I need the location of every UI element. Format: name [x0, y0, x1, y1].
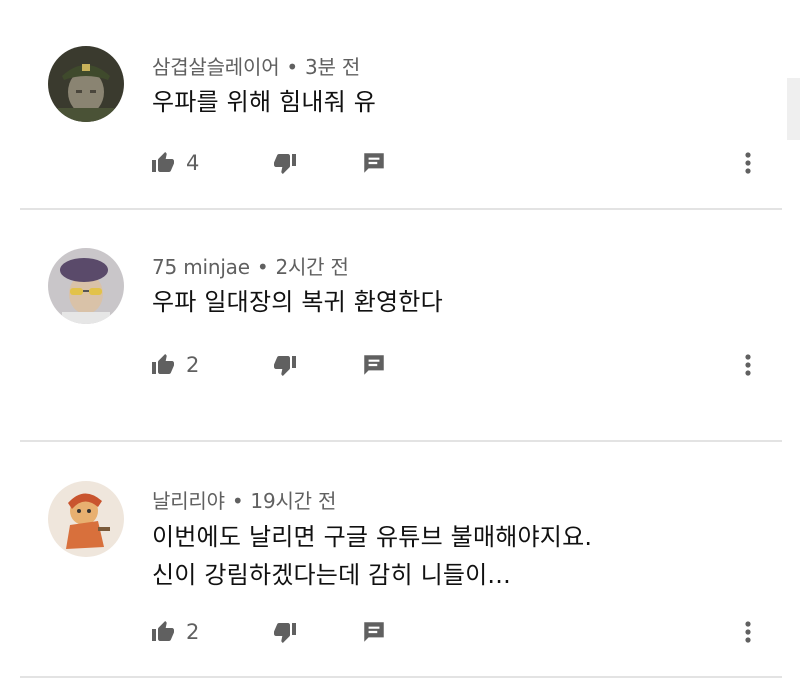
- avatar[interactable]: [48, 46, 124, 122]
- comment-divider: [20, 440, 782, 442]
- comment-text: 이번에도 날리면 구글 유튜브 불매해야지요. 신이 강림하겠다는데 감히 니들…: [152, 518, 592, 594]
- like-button[interactable]: 2: [150, 612, 199, 652]
- like-count: 2: [186, 620, 200, 644]
- comment-text-line: 우파 일대장의 복귀 환영한다: [152, 288, 443, 316]
- like-count: 4: [186, 151, 200, 175]
- avatar[interactable]: [48, 481, 124, 557]
- comment-actions: 2: [0, 612, 800, 652]
- meta-separator: •: [286, 55, 299, 79]
- thumbs-down-icon: [274, 154, 296, 174]
- comment-text-line: 신이 강림하겠다는데 감히 니들이...: [152, 561, 511, 589]
- more-vertical-icon: [745, 152, 751, 174]
- reply-comment-icon: [364, 153, 384, 173]
- dislike-button[interactable]: [272, 143, 298, 183]
- more-vertical-icon: [745, 621, 751, 643]
- like-button[interactable]: 4: [150, 143, 199, 183]
- reply-button[interactable]: [360, 612, 388, 652]
- meta-separator: •: [256, 255, 269, 279]
- dislike-button[interactable]: [272, 612, 298, 652]
- thumbs-up-icon: [152, 621, 174, 641]
- comment-divider: [20, 676, 782, 678]
- comment-meta: 날리리야 • 19시간 전: [152, 485, 336, 514]
- scroll-edge: [787, 78, 800, 140]
- reply-comment-icon: [364, 622, 384, 642]
- comment-time[interactable]: 2시간 전: [275, 255, 348, 279]
- thumbs-up-icon: [152, 152, 174, 172]
- more-options-button[interactable]: [736, 143, 760, 183]
- comment-author[interactable]: 75 minjae: [152, 255, 250, 279]
- like-button[interactable]: 2: [150, 345, 199, 385]
- reply-comment-icon: [364, 355, 384, 375]
- thumbs-up-icon: [152, 354, 174, 374]
- comment-meta: 삼겹살슬레이어 • 3분 전: [152, 51, 360, 80]
- comment-time[interactable]: 19시간 전: [250, 489, 336, 513]
- reply-button[interactable]: [360, 143, 388, 183]
- comment-author[interactable]: 날리리야: [152, 489, 225, 513]
- comment-actions: 2: [0, 345, 800, 385]
- comment-author[interactable]: 삼겹살슬레이어: [152, 55, 280, 79]
- more-options-button[interactable]: [736, 345, 760, 385]
- reply-button[interactable]: [360, 345, 388, 385]
- avatar-cartoon-character-icon: [48, 481, 124, 557]
- more-options-button[interactable]: [736, 612, 760, 652]
- avatar-soldier-cap-icon: [48, 46, 124, 122]
- meta-separator: •: [231, 489, 244, 513]
- more-vertical-icon: [745, 354, 751, 376]
- thumbs-down-icon: [274, 356, 296, 376]
- thumbs-down-icon: [274, 623, 296, 643]
- dislike-button[interactable]: [272, 345, 298, 385]
- like-count: 2: [186, 353, 200, 377]
- comment-text: 우파를 위해 힘내줘 유: [152, 83, 376, 121]
- comment-text: 우파 일대장의 복귀 환영한다: [152, 283, 443, 321]
- comment-text-line: 이번에도 날리면 구글 유튜브 불매해야지요.: [152, 523, 593, 551]
- avatar-beret-sunglasses-icon: [48, 248, 124, 324]
- avatar[interactable]: [48, 248, 124, 324]
- comment-divider: [20, 208, 782, 210]
- comment-actions: 4: [0, 143, 800, 183]
- comment-time[interactable]: 3분 전: [305, 55, 360, 79]
- comment-text-line: 우파를 위해 힘내줘 유: [152, 88, 377, 116]
- comment-meta: 75 minjae • 2시간 전: [152, 251, 349, 280]
